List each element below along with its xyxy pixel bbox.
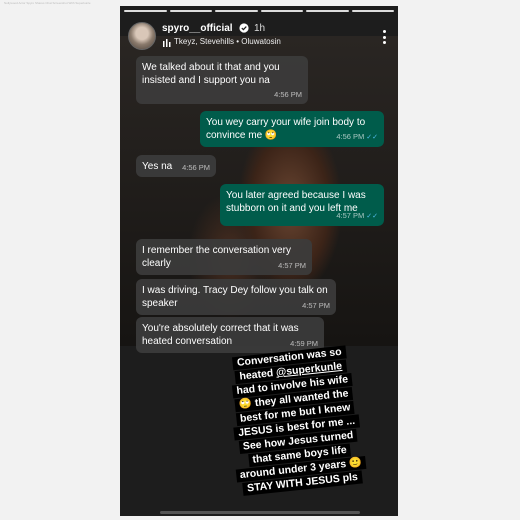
progress-segment <box>215 10 258 12</box>
message-time-wrap: 4:56 PM ✓✓ <box>336 130 378 144</box>
chat-bubble-outgoing: You later agreed because I was stubborn … <box>220 184 384 226</box>
avatar[interactable] <box>128 22 156 50</box>
chat-bubble-incoming: We talked about it that and you insisted… <box>136 56 308 104</box>
read-ticks-icon: ✓✓ <box>366 213 378 220</box>
reply-bar[interactable] <box>160 511 360 514</box>
chat-bubble-incoming: You're absolutely correct that it was he… <box>136 317 324 353</box>
progress-segment <box>351 10 394 12</box>
message-time-wrap: 4:57 PM ✓✓ <box>336 209 378 223</box>
music-attribution[interactable]: Tkeyz, Stevehills • Oluwatosin <box>174 37 281 46</box>
progress-segment <box>124 10 167 12</box>
story-header: spyro__official 1h Tkeyz, Stevehills • O… <box>126 20 392 56</box>
progress-segment <box>169 10 212 12</box>
story-progress-bar <box>124 10 394 12</box>
chat-bubble-outgoing: You wey carry your wife join body to con… <box>200 111 384 147</box>
message-text: I remember the conversation very clearly <box>142 245 291 269</box>
story-viewer[interactable]: spyro__official 1h Tkeyz, Stevehills • O… <box>120 6 398 516</box>
progress-segment <box>306 10 349 12</box>
message-text: I was driving. Tracy Dey follow you talk… <box>142 285 328 309</box>
message-time: 4:56 PM <box>274 90 302 99</box>
message-text: Yes na <box>142 161 173 172</box>
message-text: We talked about it that and you insisted… <box>142 62 280 86</box>
progress-segment <box>260 10 303 12</box>
chat-bubble-incoming: I remember the conversation very clearly… <box>136 239 312 275</box>
chat-bubble-incoming: Yes na 4:56 PM <box>136 155 216 177</box>
more-options-icon[interactable] <box>382 30 386 44</box>
username[interactable]: spyro__official <box>162 23 233 34</box>
post-time: 1h <box>254 23 266 34</box>
message-time: 4:56 PM <box>336 132 365 141</box>
message-time: 4:56 PM <box>182 163 210 172</box>
screen-header-text: Nollywood Actor Spyro Shares Chat Screen… <box>4 1 91 5</box>
music-icon <box>163 39 171 47</box>
message-time: 4:57 PM <box>336 211 365 220</box>
chat-bubble-incoming: I was driving. Tracy Dey follow you talk… <box>136 279 336 315</box>
message-text: You're absolutely correct that it was he… <box>142 323 299 347</box>
verified-icon <box>239 23 249 33</box>
message-time: 4:57 PM <box>302 301 330 310</box>
message-time: 4:57 PM <box>278 261 306 270</box>
story-caption: Conversation was so heated @superkunle h… <box>189 341 398 501</box>
read-ticks-icon: ✓✓ <box>366 134 378 141</box>
